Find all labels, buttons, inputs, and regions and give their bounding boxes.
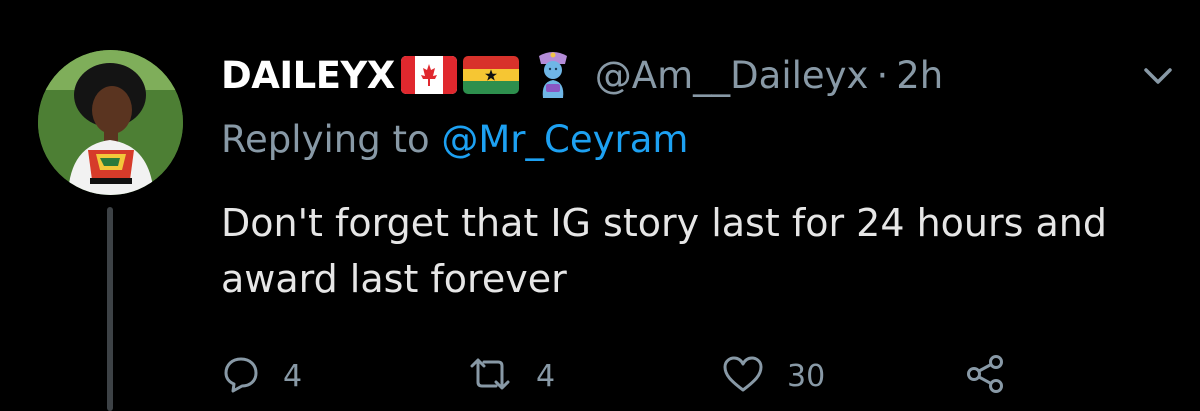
avatar-image — [38, 50, 183, 195]
canada-flag-icon — [400, 56, 457, 94]
heart-icon — [721, 354, 765, 398]
user-handle[interactable]: @Am__Daileyx — [595, 54, 869, 97]
tweet-text: Don't forget that IG story last for 24 h… — [221, 201, 1107, 301]
display-name[interactable]: DAILEYX — [221, 54, 395, 97]
avatar[interactable] — [38, 50, 183, 195]
ghana-flag-icon — [462, 56, 519, 94]
retweet-button[interactable]: 4 — [466, 350, 555, 402]
replying-to-mention[interactable]: @Mr_Ceyram — [441, 118, 688, 161]
reply-icon — [221, 354, 261, 398]
tweet-header: DAILEYX @Am__Daileyx · 2h — [221, 48, 943, 102]
separator-dot: · — [876, 53, 889, 97]
tweet[interactable]: DAILEYX @Am__Daileyx · 2h Replying to @M… — [0, 0, 1200, 411]
thread-line — [107, 207, 113, 411]
retweet-icon — [466, 354, 514, 398]
genie-icon — [531, 50, 575, 100]
share-button[interactable] — [963, 350, 1007, 402]
replying-prefix: Replying to — [221, 118, 430, 161]
reply-button[interactable]: 4 — [221, 350, 302, 402]
chevron-down-icon[interactable] — [1140, 64, 1176, 88]
replying-to-line: Replying to @Mr_Ceyram — [221, 118, 688, 161]
like-button[interactable]: 30 — [721, 350, 825, 402]
action-bar: 4 4 30 — [221, 350, 1121, 402]
like-count: 30 — [787, 358, 826, 394]
retweet-count: 4 — [536, 358, 556, 394]
timestamp[interactable]: 2h — [896, 54, 943, 97]
share-icon — [963, 352, 1007, 400]
reply-count: 4 — [283, 358, 303, 394]
